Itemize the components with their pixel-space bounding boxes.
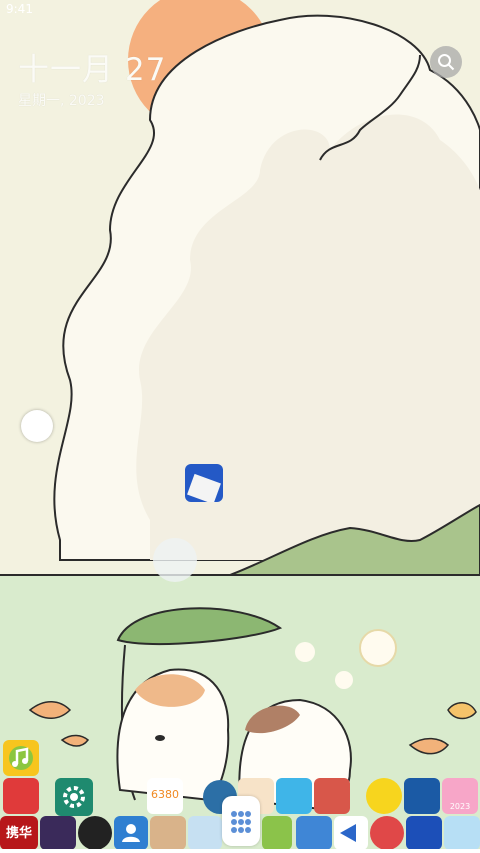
app-icon-mid[interactable] [185,464,223,502]
app-icon-qq[interactable] [78,816,112,850]
app-icon-badge[interactable] [404,778,440,814]
app-icon-android[interactable] [262,816,292,850]
search-icon [438,54,455,71]
app-icon-label: 2023 [449,802,471,811]
app-icon-cloud[interactable] [444,816,480,850]
app-icon-blue[interactable] [276,778,312,814]
app-icon-emoji[interactable] [366,778,402,814]
status-bar: 9:41 [6,2,33,16]
app-icon-photo[interactable] [150,816,186,850]
app-icon-kotlin[interactable] [334,816,368,850]
navigation-bar [0,849,480,853]
app-icon-stripes[interactable] [370,816,404,850]
app-icon-xiehua[interactable]: 携华 [0,816,38,850]
app-icon-doc[interactable] [296,816,332,850]
contacts-app-icon[interactable] [114,816,148,850]
app-icon-game[interactable] [314,778,350,814]
music-note-icon [9,746,33,770]
app-drawer-button[interactable] [222,796,260,846]
lockscreen-weekday-year: 星期一, 2023 [18,93,105,109]
app-icon-red[interactable] [3,778,39,814]
app-icon-light[interactable] [188,816,222,850]
app-icon-label: 6380 [151,788,179,801]
app-icon-night[interactable] [406,816,442,850]
app-icon-label: 携华 [5,826,32,841]
app-icon-unicorn[interactable]: 2023 [442,778,478,814]
floating-touch-button[interactable] [21,410,53,442]
app-icon-purple[interactable] [40,816,76,850]
contacts-icon [122,824,140,842]
search-button[interactable] [430,46,462,78]
lockscreen-date: 十一月 27 [18,52,167,88]
wallpaper [0,0,480,853]
app-drawer-icon [231,811,251,833]
gear-icon [63,786,85,808]
music-app-icon[interactable] [3,740,39,776]
app-icon-6380[interactable]: 6380 [147,778,183,814]
settings-app-icon[interactable] [55,778,93,816]
